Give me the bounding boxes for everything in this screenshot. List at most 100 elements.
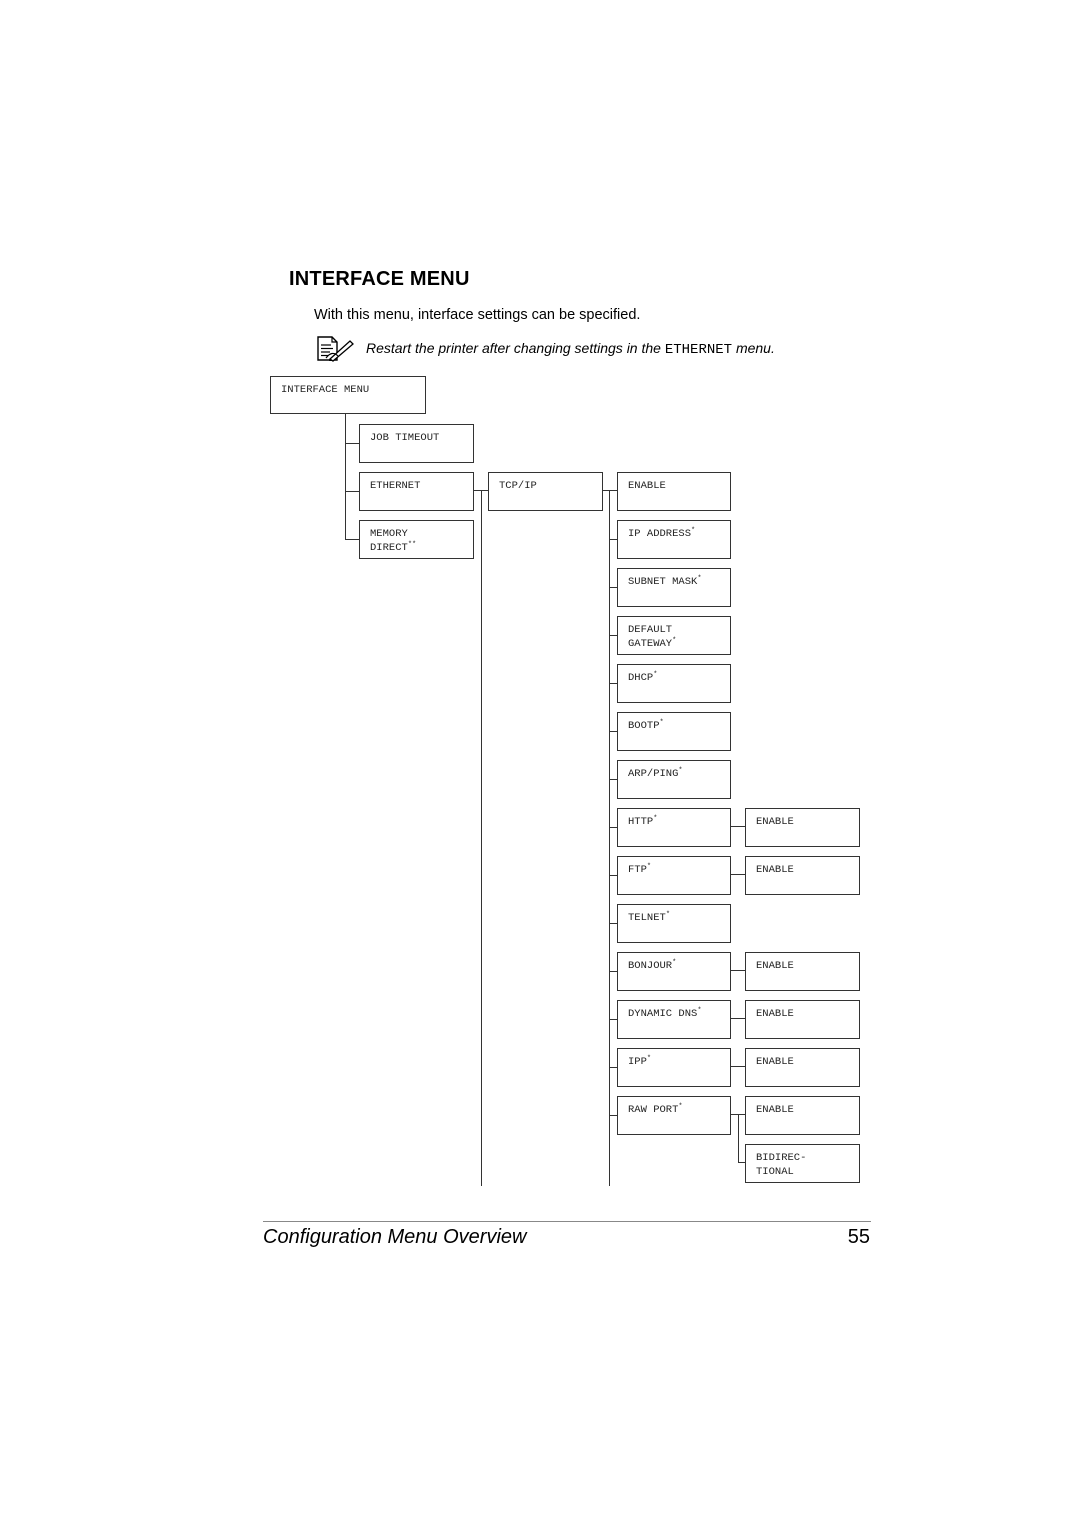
intro-text: With this menu, interface settings can b… [314, 307, 641, 323]
box-label: TCP/IP [499, 480, 537, 492]
connector-sub [731, 1018, 745, 1019]
footnote-mark: * [697, 575, 702, 583]
box-label: ENABLE [756, 1056, 794, 1068]
box-dynamic-dns: DYNAMIC DNS* [617, 1000, 731, 1039]
connector-ethernet-trunk [481, 490, 482, 1186]
footer-title: Configuration Menu Overview [263, 1226, 527, 1248]
box-ipp: IPP* [617, 1048, 731, 1087]
box-ftp: FTP* [617, 856, 731, 895]
footnote-mark: * [678, 1103, 683, 1111]
box-ftp-enable: ENABLE [745, 856, 860, 895]
note-pencil-icon [317, 336, 354, 362]
connector-branch [609, 923, 617, 924]
box-raw-port: RAW PORT* [617, 1096, 731, 1135]
box-label: ENABLE [756, 864, 794, 876]
box-dhcp: DHCP* [617, 664, 731, 703]
connector-branch [609, 827, 617, 828]
box-label: DHCP [628, 672, 654, 684]
connector-branch [345, 443, 359, 444]
connector-branch [609, 971, 617, 972]
connector-sub [731, 970, 745, 971]
box-arp-ping: ARP/PING* [617, 760, 731, 799]
box-subnet-mask: SUBNET MASK* [617, 568, 731, 607]
connector-branch [609, 1115, 617, 1116]
box-http-enable: ENABLE [745, 808, 860, 847]
connector-root-trunk [345, 414, 346, 540]
footnote-mark: * [672, 959, 677, 967]
connector-branch [609, 779, 617, 780]
connector-branch [609, 1067, 617, 1068]
box-ethernet: ETHERNET [359, 472, 474, 511]
connector-sub [731, 826, 745, 827]
box-label: ENABLE [628, 480, 666, 492]
footer-divider [263, 1221, 871, 1222]
footnote-mark: * [665, 911, 671, 919]
box-label: JOB TIMEOUT [370, 432, 440, 444]
box-default-gateway: DEFAULT GATEWAY* [617, 616, 731, 655]
box-label: BONJOUR [628, 960, 673, 972]
box-label: ENABLE [756, 816, 794, 828]
box-label: IPP [628, 1056, 647, 1068]
box-label: HTTP [628, 816, 654, 828]
connector-branch [345, 491, 359, 492]
section-heading: INTERFACE MENU [289, 268, 470, 290]
footnote-mark: * [646, 1055, 652, 1063]
footnote-mark: * [659, 719, 664, 727]
connector-branch [609, 875, 617, 876]
box-ipp-enable: ENABLE [745, 1048, 860, 1087]
box-label: ETHERNET [370, 480, 421, 492]
box-label: DEFAULT GATEWAY [628, 624, 673, 650]
box-tcp-ip: TCP/IP [488, 472, 603, 511]
box-label: ARP/PING [628, 768, 679, 780]
box-label: BOOTP [628, 720, 660, 732]
footnote-mark: * [691, 527, 696, 535]
footnote-mark: * [646, 863, 652, 871]
box-ip-address: IP ADDRESS* [617, 520, 731, 559]
footnote-mark: * [697, 1007, 702, 1015]
box-label: SUBNET MASK [628, 576, 698, 588]
footnote-mark: * [678, 767, 683, 775]
box-telnet: TELNET* [617, 904, 731, 943]
connector-branch [609, 683, 617, 684]
connector-sub [731, 874, 745, 875]
connector-branch [609, 635, 617, 636]
connector-branch [609, 1019, 617, 1020]
box-label: ENABLE [756, 960, 794, 972]
box-label: TELNET [628, 912, 666, 924]
box-bonjour-enable: ENABLE [745, 952, 860, 991]
connector-sub-trunk [738, 1114, 739, 1163]
box-label: BIDIREC- TIONAL [756, 1152, 807, 1178]
box-memory-direct: MEMORY DIRECT** [359, 520, 474, 559]
box-job-timeout: JOB TIMEOUT [359, 424, 474, 463]
connector-branch [345, 539, 359, 540]
box-label: ENABLE [756, 1008, 794, 1020]
connector-branch [609, 587, 617, 588]
connector-tcpip-items [603, 490, 617, 491]
box-label: RAW PORT [628, 1104, 679, 1116]
box-label: FTP [628, 864, 647, 876]
footnote-mark: * [653, 815, 658, 823]
box-label: ENABLE [756, 1104, 794, 1116]
box-raw-port-enable: ENABLE [745, 1096, 860, 1135]
box-label: DYNAMIC DNS [628, 1008, 698, 1020]
connector-branch [609, 539, 617, 540]
box-http: HTTP* [617, 808, 731, 847]
connector-sub-branch [738, 1162, 745, 1163]
footnote-mark: * [672, 637, 677, 645]
box-raw-port-bidirec-tional: BIDIREC- TIONAL [745, 1144, 860, 1183]
box-label: IP ADDRESS [628, 528, 692, 540]
connector-tcpip-trunk [609, 490, 610, 1186]
note-text: Restart the printer after changing setti… [366, 340, 775, 358]
box-root-interface-menu: INTERFACE MENU [270, 376, 426, 414]
footnote-mark: * [653, 671, 658, 679]
connector-sub [731, 1066, 745, 1067]
box-label: MEMORY DIRECT [370, 528, 408, 554]
box-bonjour: BONJOUR* [617, 952, 731, 991]
box-label: INTERFACE MENU [281, 384, 370, 396]
box-dynamic-dns-enable: ENABLE [745, 1000, 860, 1039]
box-bootp: BOOTP* [617, 712, 731, 751]
footnote-mark: ** [407, 541, 417, 549]
note: Restart the printer after changing setti… [316, 336, 775, 362]
connector-branch [609, 731, 617, 732]
box-enable: ENABLE [617, 472, 731, 511]
